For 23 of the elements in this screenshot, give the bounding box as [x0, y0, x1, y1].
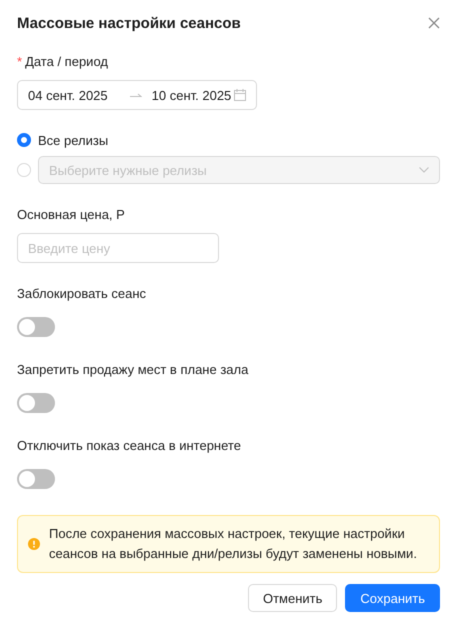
cancel-button[interactable]: Отменить: [248, 584, 338, 612]
warning-icon: [28, 538, 40, 550]
start-date: 04 сент. 2025: [28, 88, 108, 102]
toggle-label: Отключить показ сеанса в интернете: [17, 438, 242, 453]
field-label: Основная цена, Р: [17, 207, 126, 222]
required-mark: *: [17, 54, 22, 69]
calendar-icon[interactable]: [234, 89, 246, 101]
toggle-label: Заблокировать сеанс: [17, 286, 147, 301]
end-date: 10 сент. 2025: [152, 88, 232, 102]
radio-label[interactable]: Все релизы: [38, 132, 108, 148]
close-icon[interactable]: [428, 17, 440, 29]
toggle-switch[interactable]: [17, 469, 55, 489]
price-input[interactable]: Введите цену: [17, 233, 219, 263]
toggle-switch[interactable]: [17, 393, 55, 413]
save-button[interactable]: Сохранить: [345, 584, 440, 612]
date-range-field[interactable]: 04 сент. 2025 10 сент. 2025: [17, 80, 257, 110]
chevron-down-icon: [419, 167, 429, 173]
toggle-switch[interactable]: [17, 317, 55, 337]
alert-message: После сохранения массовых настроек, текущие настройки сеансов на выбранные дни/релизы будут заменены новыми.: [49, 525, 418, 563]
toggle-label: Запретить продажу мест в плане зала: [17, 362, 250, 377]
field-label: Дата / период: [25, 54, 108, 69]
radio-button[interactable]: [17, 133, 31, 147]
dialog-title: Массовые настройки сеансов: [17, 14, 241, 32]
